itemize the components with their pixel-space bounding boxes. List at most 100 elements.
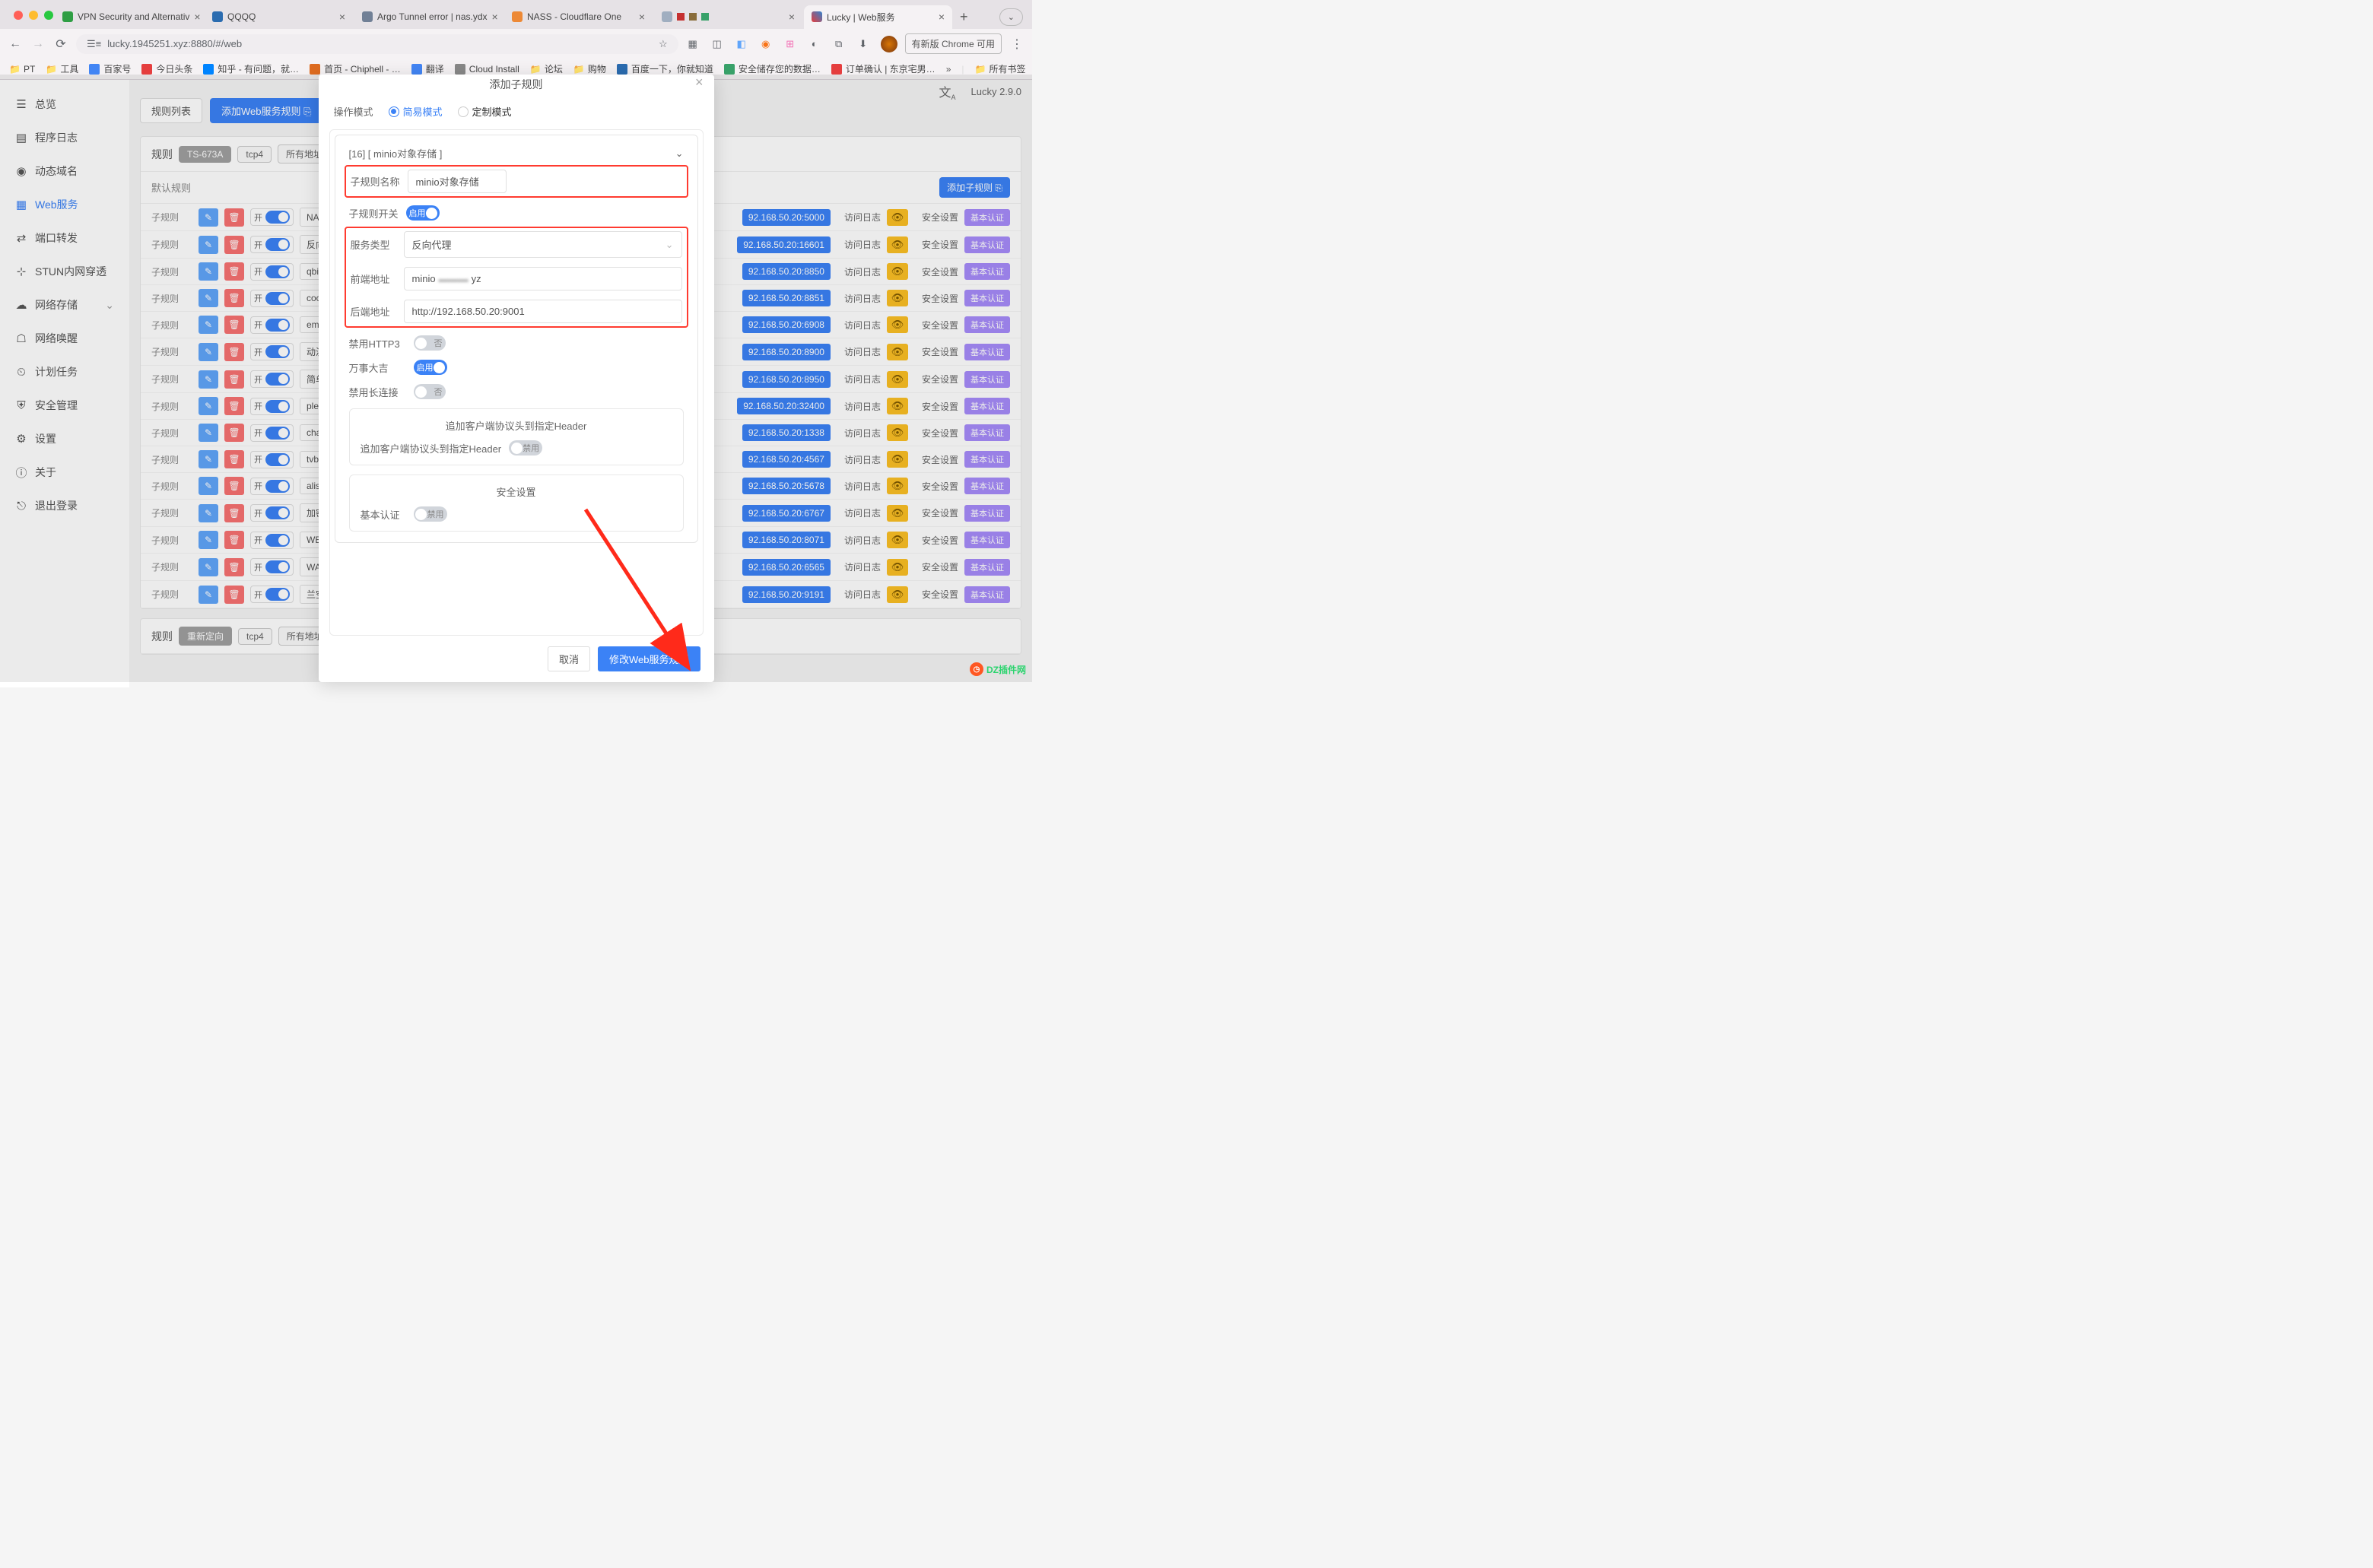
- close-icon[interactable]: ×: [194, 11, 200, 23]
- header-panel-title: 追加客户端协议头到指定Header: [361, 418, 672, 433]
- bookmark-item[interactable]: 百度一下，你就知道: [617, 62, 713, 75]
- bookmark-item[interactable]: 订单确认 | 东京宅男…: [831, 62, 936, 75]
- watermark-text: DZ插件网: [986, 663, 1026, 676]
- favicon-icon: [724, 64, 735, 75]
- favicon-icon: [617, 64, 627, 75]
- bookmark-item[interactable]: 首页 - Chiphell - …: [310, 62, 401, 75]
- window-maximize-icon[interactable]: [44, 11, 53, 20]
- extension-icon[interactable]: ◧: [735, 37, 748, 51]
- tab-overflow-button[interactable]: ⌄: [999, 8, 1023, 26]
- field-label-front: 前端地址: [351, 271, 396, 286]
- tab-strip: VPN Security and Alternativ× QQQQ × Argo …: [0, 0, 1032, 29]
- header-panel: 追加客户端协议头到指定Header 追加客户端协议头到指定Header 禁用: [349, 408, 684, 465]
- wsdj-toggle[interactable]: 启用: [414, 360, 447, 375]
- bookmark-item[interactable]: 📁工具: [46, 62, 78, 75]
- new-tab-button[interactable]: +: [954, 6, 974, 28]
- download-icon[interactable]: ⬇: [856, 37, 870, 51]
- url-input[interactable]: ☰≡ lucky.1945251.xyz:8880/#/web ☆: [76, 34, 678, 54]
- bookmark-item[interactable]: 百家号: [89, 62, 131, 75]
- close-icon[interactable]: ×: [939, 11, 945, 23]
- subrule-switch-toggle[interactable]: 启用: [406, 205, 440, 221]
- kebab-menu-icon[interactable]: ⋮: [1009, 37, 1024, 52]
- bookmark-item[interactable]: 今日头条: [141, 62, 192, 75]
- bookmark-item[interactable]: 翻译: [411, 62, 444, 75]
- radio-custom-mode[interactable]: 定制模式: [458, 104, 512, 119]
- browser-tab-active[interactable]: Lucky | Web服务 ×: [804, 5, 952, 29]
- header-toggle[interactable]: 禁用: [509, 440, 542, 455]
- bookmark-star-icon[interactable]: ☆: [659, 38, 668, 50]
- bookmark-item[interactable]: 📁论坛: [530, 62, 563, 75]
- header-row-label: 追加客户端协议头到指定Header: [361, 441, 502, 455]
- disable-http3-toggle[interactable]: 否: [414, 335, 446, 351]
- url-text: lucky.1945251.xyz:8880/#/web: [107, 38, 653, 49]
- browser-tab[interactable]: QQQQ ×: [205, 5, 353, 28]
- browser-tab[interactable]: ×: [654, 5, 802, 28]
- close-icon[interactable]: ×: [639, 11, 645, 23]
- extension-icon[interactable]: ⊞: [783, 37, 797, 51]
- folder-icon: 📁: [9, 64, 20, 75]
- radio-dot-icon: [458, 106, 469, 117]
- bookmark-overflow-icon[interactable]: »: [946, 64, 951, 75]
- close-icon[interactable]: ×: [492, 11, 498, 23]
- highlighted-box-1: 子规则名称: [345, 165, 688, 198]
- mode-selector: 操作模式 简易模式 定制模式: [319, 98, 714, 129]
- disable-longconn-toggle[interactable]: 否: [414, 384, 446, 399]
- confirm-button[interactable]: 修改Web服务规则: [598, 646, 700, 671]
- radio-simple-mode[interactable]: 简易模式: [389, 104, 443, 119]
- folder-icon: 📁: [975, 64, 986, 75]
- back-button[interactable]: ←: [8, 37, 23, 52]
- tab-label: QQQQ: [227, 11, 256, 22]
- chevron-down-icon: ⌄: [666, 239, 674, 251]
- chrome-update-button[interactable]: 有新版 Chrome 可用: [905, 33, 1002, 54]
- reload-button[interactable]: ⟳: [53, 37, 68, 52]
- subrule-name-input[interactable]: [408, 170, 507, 193]
- extension-icon[interactable]: ◐: [808, 37, 821, 51]
- favicon-icon: [662, 11, 672, 22]
- browser-tab[interactable]: VPN Security and Alternativ×: [55, 5, 203, 28]
- browser-tab[interactable]: Argo Tunnel error | nas.ydx ×: [354, 5, 503, 28]
- favicon-icon: [411, 64, 422, 75]
- cancel-button[interactable]: 取消: [548, 646, 590, 671]
- modal-header: 添加子规则 ×: [319, 75, 714, 98]
- watermark-icon: ◷: [970, 662, 983, 676]
- bookmark-item[interactable]: Cloud Install: [455, 64, 519, 75]
- service-type-select[interactable]: 反向代理 ⌄: [404, 231, 682, 258]
- field-label-back: 后端地址: [351, 304, 396, 319]
- bookmark-item[interactable]: 📁PT: [9, 64, 35, 75]
- modal-overlay[interactable]: 添加子规则 × 操作模式 简易模式 定制模式 [16] [ minio对象存储 …: [0, 75, 1032, 682]
- favicon-icon: [212, 11, 223, 22]
- favicon-icon: [455, 64, 465, 75]
- window-minimize-icon[interactable]: [29, 11, 38, 20]
- close-icon[interactable]: ×: [695, 75, 704, 90]
- close-icon[interactable]: ×: [339, 11, 345, 23]
- bookmark-item[interactable]: 知乎 - 有问题，就…: [203, 62, 299, 75]
- extension-icon[interactable]: ⧉: [832, 37, 846, 51]
- extension-icon[interactable]: ◉: [759, 37, 773, 51]
- favicon-icon: [310, 64, 320, 75]
- favicon-icon: [362, 11, 373, 22]
- basic-auth-toggle[interactable]: 禁用: [414, 506, 447, 522]
- close-icon[interactable]: ×: [789, 11, 795, 23]
- highlighted-box-2: 服务类型 反向代理 ⌄ 前端地址 minio▬▬▬yz 后端地址: [345, 227, 688, 328]
- all-bookmarks-button[interactable]: 📁所有书签: [975, 62, 1026, 75]
- browser-tab[interactable]: NASS - Cloudflare One×: [504, 5, 653, 28]
- bookmark-item[interactable]: 安全储存您的数据…: [724, 62, 821, 75]
- modal-dialog: 添加子规则 × 操作模式 简易模式 定制模式 [16] [ minio对象存储 …: [319, 75, 714, 682]
- favicon-icon: [141, 64, 152, 75]
- backend-addr-input[interactable]: [404, 300, 682, 323]
- site-info-icon[interactable]: ☰≡: [87, 38, 101, 50]
- window-close-icon[interactable]: [14, 11, 23, 20]
- frontend-addr-input[interactable]: minio▬▬▬yz: [404, 267, 682, 290]
- favicon-icon: [203, 64, 214, 75]
- collapse-title: [16] [ minio对象存储 ]: [349, 146, 443, 160]
- extension-icon[interactable]: ◫: [710, 37, 724, 51]
- forward-button[interactable]: →: [30, 37, 46, 52]
- extension-icon[interactable]: ▦: [686, 37, 700, 51]
- toolbar-icons: ▦ ◫ ◧ ◉ ⊞ ◐ ⧉ ⬇: [686, 36, 897, 52]
- inner-panel: [16] [ minio对象存储 ] ⌄ 子规则名称 子规则开关 启用 服务类型: [335, 135, 698, 543]
- field-label-wsdj: 万事大吉: [349, 360, 406, 375]
- bookmark-item[interactable]: 📁购物: [573, 62, 606, 75]
- tab-label: Lucky | Web服务: [827, 11, 895, 24]
- tab-label: Argo Tunnel error | nas.ydx: [377, 11, 488, 22]
- profile-avatar[interactable]: [881, 36, 897, 52]
